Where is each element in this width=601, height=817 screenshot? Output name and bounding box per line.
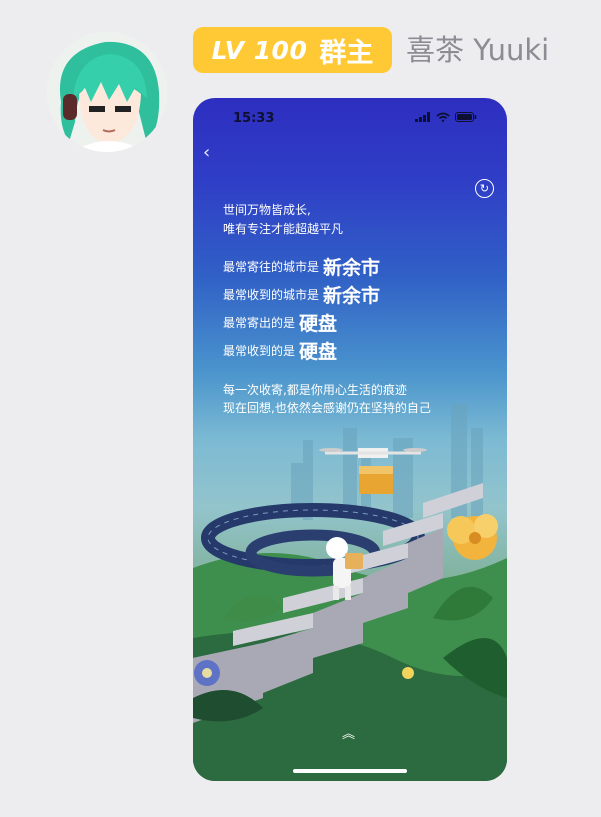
stat-label: 最常收到的城市是 [223,287,320,302]
summary-line-1: 每一次收寄,都是你用心生活的痕迹 [223,383,407,397]
slogan-line-2: 唯有专注才能超越平凡 [223,222,344,236]
status-time: 15:33 [233,111,275,126]
signal-icon [415,112,430,122]
stat-row: 最常收到的是 硬盘 [223,336,380,364]
anime-avatar-icon [47,32,167,152]
shared-screenshot-image[interactable]: 15:33 ‹ ↻ 世间万物皆成长, 唯有专注才能超越平凡 最常寄往的城市是 新… [193,98,507,781]
summary-line-2: 现在回想,也依然会感谢仍在坚持的自己 [223,401,431,415]
stat-label: 最常寄出的是 [223,315,296,330]
stat-value: 硬盘 [299,340,338,363]
stat-value: 硬盘 [299,312,338,335]
back-button[interactable]: ‹ [203,144,210,162]
sender-name[interactable]: 喜茶 Yuuki [406,30,549,70]
slogan: 世间万物皆成长, 唯有专注才能超越平凡 [223,201,343,239]
level-badge: LV 100 [211,35,308,65]
summary-message: 每一次收寄,都是你用心生活的痕迹 现在回想,也依然会感谢仍在坚持的自己 [223,381,431,417]
stat-row: 最常收到的城市是 新余市 [223,280,380,308]
stat-value: 新余市 [323,284,381,307]
share-icon[interactable]: ↻ [475,179,494,198]
home-indicator[interactable] [293,769,407,773]
stat-label: 最常收到的是 [223,343,296,358]
level-role-badge: LV 100 群主 [193,27,392,73]
stat-value: 新余市 [323,256,381,279]
stats-list: 最常寄往的城市是 新余市 最常收到的城市是 新余市 最常寄出的是 硬盘 最常收到… [223,252,380,364]
stat-label: 最常寄往的城市是 [223,259,320,274]
avatar[interactable] [47,32,167,152]
swipe-up-icon[interactable]: ︽ [342,723,355,742]
slogan-line-1: 世间万物皆成长, [223,203,311,217]
stat-row: 最常寄往的城市是 新余市 [223,252,380,280]
wifi-icon [436,112,450,122]
status-icons [415,112,477,122]
role-badge: 群主 [319,37,374,69]
battery-icon [455,112,477,122]
stat-row: 最常寄出的是 硬盘 [223,308,380,336]
